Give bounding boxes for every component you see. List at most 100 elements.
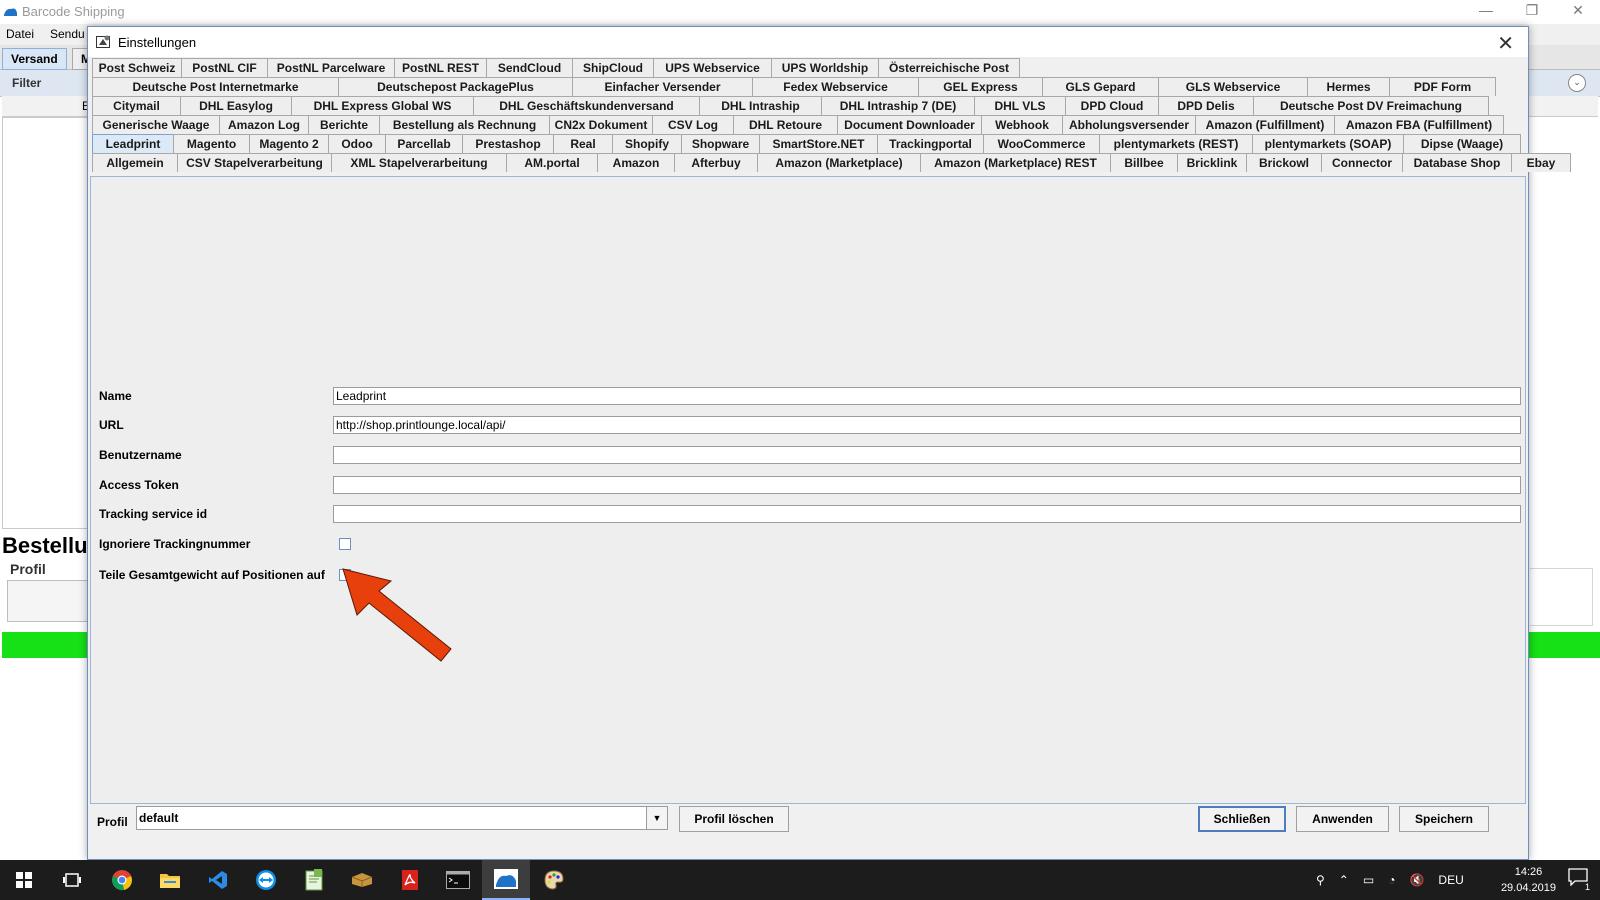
chevron-down-icon[interactable]: ▼	[646, 807, 667, 829]
tab-afterbuy[interactable]: Afterbuy	[674, 153, 758, 172]
tab-postnl-rest[interactable]: PostNL REST	[394, 58, 487, 77]
paint-icon[interactable]	[530, 860, 578, 900]
tab-ebay[interactable]: Ebay	[1511, 153, 1571, 172]
tab-csv-stapelverarbeitung[interactable]: CSV Stapelverarbeitung	[177, 153, 332, 172]
vscode-icon[interactable]	[194, 860, 242, 900]
tab-woocommerce[interactable]: WooCommerce	[983, 134, 1100, 153]
tab-real[interactable]: Real	[553, 134, 613, 153]
tab-österreichische-post[interactable]: Österreichische Post	[878, 58, 1020, 77]
tab-parcellab[interactable]: Parcellab	[385, 134, 463, 153]
teamviewer-icon[interactable]	[242, 860, 290, 900]
access-token-input[interactable]	[333, 476, 1521, 494]
schliessen-button[interactable]: Schließen	[1198, 806, 1286, 832]
dialog-close-icon[interactable]: ✕	[1497, 31, 1514, 56]
tab-generische-waage[interactable]: Generische Waage	[92, 115, 220, 134]
name-input[interactable]	[333, 387, 1521, 405]
tab-amazon-fulfillment[interactable]: Amazon (Fulfillment)	[1195, 115, 1335, 134]
tab-leadprint[interactable]: Leadprint	[92, 134, 174, 153]
tab-prestashop[interactable]: Prestashop	[462, 134, 554, 153]
tab-dpd-delis[interactable]: DPD Delis	[1158, 96, 1254, 115]
tab-allgemein[interactable]: Allgemein	[92, 153, 178, 172]
tab-document-downloader[interactable]: Document Downloader	[837, 115, 982, 134]
tab-xml-stapelverarbeitung[interactable]: XML Stapelverarbeitung	[331, 153, 507, 172]
tab-pdf-form[interactable]: PDF Form	[1389, 77, 1496, 96]
tab-connector[interactable]: Connector	[1321, 153, 1403, 172]
tab-dhl-retoure[interactable]: DHL Retoure	[733, 115, 838, 134]
tab-deutsche-post-dv-freimachung[interactable]: Deutsche Post DV Freimachung	[1253, 96, 1489, 115]
tab-brickowl[interactable]: Brickowl	[1246, 153, 1322, 172]
tab-postnl-cif[interactable]: PostNL CIF	[181, 58, 268, 77]
tab-dipse-waage[interactable]: Dipse (Waage)	[1403, 134, 1521, 153]
tab-am-portal[interactable]: AM.portal	[506, 153, 598, 172]
tab-magento-2[interactable]: Magento 2	[249, 134, 329, 153]
chevron-up-icon[interactable]: ⌃	[1339, 873, 1349, 887]
tab-gls-gepard[interactable]: GLS Gepard	[1042, 77, 1159, 96]
windows-start-icon[interactable]	[0, 860, 48, 900]
tab-webhook[interactable]: Webhook	[981, 115, 1063, 134]
tab-plentymarkets-soap[interactable]: plentymarkets (SOAP)	[1252, 134, 1404, 153]
tab-sendcloud[interactable]: SendCloud	[486, 58, 573, 77]
tab-ups-webservice[interactable]: UPS Webservice	[653, 58, 772, 77]
clock[interactable]: 14:26 29.04.2019	[1501, 864, 1556, 896]
tab-smartstore-net[interactable]: SmartStore.NET	[759, 134, 878, 153]
tab-cn2x-dokument[interactable]: CN2x Dokument	[549, 115, 653, 134]
tab-database-shop[interactable]: Database Shop	[1402, 153, 1512, 172]
tab-deutschepost-packageplus[interactable]: Deutschepost PackagePlus	[338, 77, 573, 96]
benutzername-input[interactable]	[333, 446, 1521, 464]
tracking-service-id-input[interactable]	[333, 505, 1521, 523]
anwenden-button[interactable]: Anwenden	[1296, 806, 1389, 832]
acrobat-icon[interactable]	[386, 860, 434, 900]
notification-center-icon[interactable]: 1	[1568, 868, 1590, 892]
ignore-tracking-checkbox[interactable]	[339, 538, 351, 550]
terminal-icon[interactable]	[434, 860, 482, 900]
tab-versand[interactable]: Versand	[2, 48, 67, 70]
tab-berichte[interactable]: Berichte	[308, 115, 380, 134]
profil-loeschen-button[interactable]: Profil löschen	[679, 806, 789, 832]
tab-billbee[interactable]: Billbee	[1110, 153, 1178, 172]
file-explorer-icon[interactable]	[146, 860, 194, 900]
language-indicator[interactable]: DEU	[1438, 873, 1463, 887]
tab-amazon-marketplace-rest[interactable]: Amazon (Marketplace) REST	[920, 153, 1111, 172]
tab-dhl-geschäftskundenversand[interactable]: DHL Geschäftskundenversand	[473, 96, 700, 115]
tab-gls-webservice[interactable]: GLS Webservice	[1158, 77, 1308, 96]
tab-dhl-intraship-7-de[interactable]: DHL Intraship 7 (DE)	[821, 96, 975, 115]
restore-icon[interactable]: ❐	[1522, 2, 1542, 19]
tab-post-schweiz[interactable]: Post Schweiz	[92, 58, 182, 77]
tab-einfacher-versender[interactable]: Einfacher Versender	[572, 77, 753, 96]
tab-abholungsversender[interactable]: Abholungsversender	[1062, 115, 1196, 134]
minimize-icon[interactable]: —	[1476, 2, 1496, 19]
tab-bestellung-als-rechnung[interactable]: Bestellung als Rechnung	[379, 115, 550, 134]
tab-dhl-easylog[interactable]: DHL Easylog	[180, 96, 292, 115]
tab-dhl-intraship[interactable]: DHL Intraship	[699, 96, 822, 115]
speaker-muted-icon[interactable]: 🔇	[1409, 873, 1424, 887]
tab-dpd-cloud[interactable]: DPD Cloud	[1065, 96, 1159, 115]
package-icon[interactable]	[338, 860, 386, 900]
tab-amazon-log[interactable]: Amazon Log	[219, 115, 309, 134]
menu-sendungen[interactable]: Sendu	[50, 27, 85, 41]
speichern-button[interactable]: Speichern	[1399, 806, 1489, 832]
tab-fedex-webservice[interactable]: Fedex Webservice	[752, 77, 919, 96]
tab-trackingportal[interactable]: Trackingportal	[877, 134, 984, 153]
close-icon[interactable]: ✕	[1568, 2, 1588, 19]
tab-citymail[interactable]: Citymail	[92, 96, 181, 115]
battery-icon[interactable]: ▭	[1363, 873, 1374, 887]
tab-shipcloud[interactable]: ShipCloud	[572, 58, 654, 77]
tab-odoo[interactable]: Odoo	[328, 134, 386, 153]
tab-dhl-vls[interactable]: DHL VLS	[974, 96, 1066, 115]
notepad-icon[interactable]	[290, 860, 338, 900]
tab-ups-worldship[interactable]: UPS Worldship	[771, 58, 879, 77]
tab-deutsche-post-internetmarke[interactable]: Deutsche Post Internetmarke	[92, 77, 339, 96]
menu-datei[interactable]: Datei	[6, 27, 34, 41]
url-input[interactable]	[333, 416, 1521, 434]
wifi-icon[interactable]: ◔	[1388, 873, 1395, 887]
tab-plentymarkets-rest[interactable]: plentymarkets (REST)	[1099, 134, 1253, 153]
chrome-icon[interactable]	[98, 860, 146, 900]
tab-hermes[interactable]: Hermes	[1307, 77, 1390, 96]
tab-csv-log[interactable]: CSV Log	[652, 115, 734, 134]
tab-postnl-parcelware[interactable]: PostNL Parcelware	[267, 58, 395, 77]
tab-amazon-marketplace[interactable]: Amazon (Marketplace)	[757, 153, 921, 172]
tab-amazon[interactable]: Amazon	[597, 153, 675, 172]
task-view-icon[interactable]	[48, 860, 96, 900]
tab-amazon-fba-fulfillment[interactable]: Amazon FBA (Fulfillment)	[1334, 115, 1504, 134]
profil-dropdown[interactable]: default ▼	[136, 806, 668, 830]
